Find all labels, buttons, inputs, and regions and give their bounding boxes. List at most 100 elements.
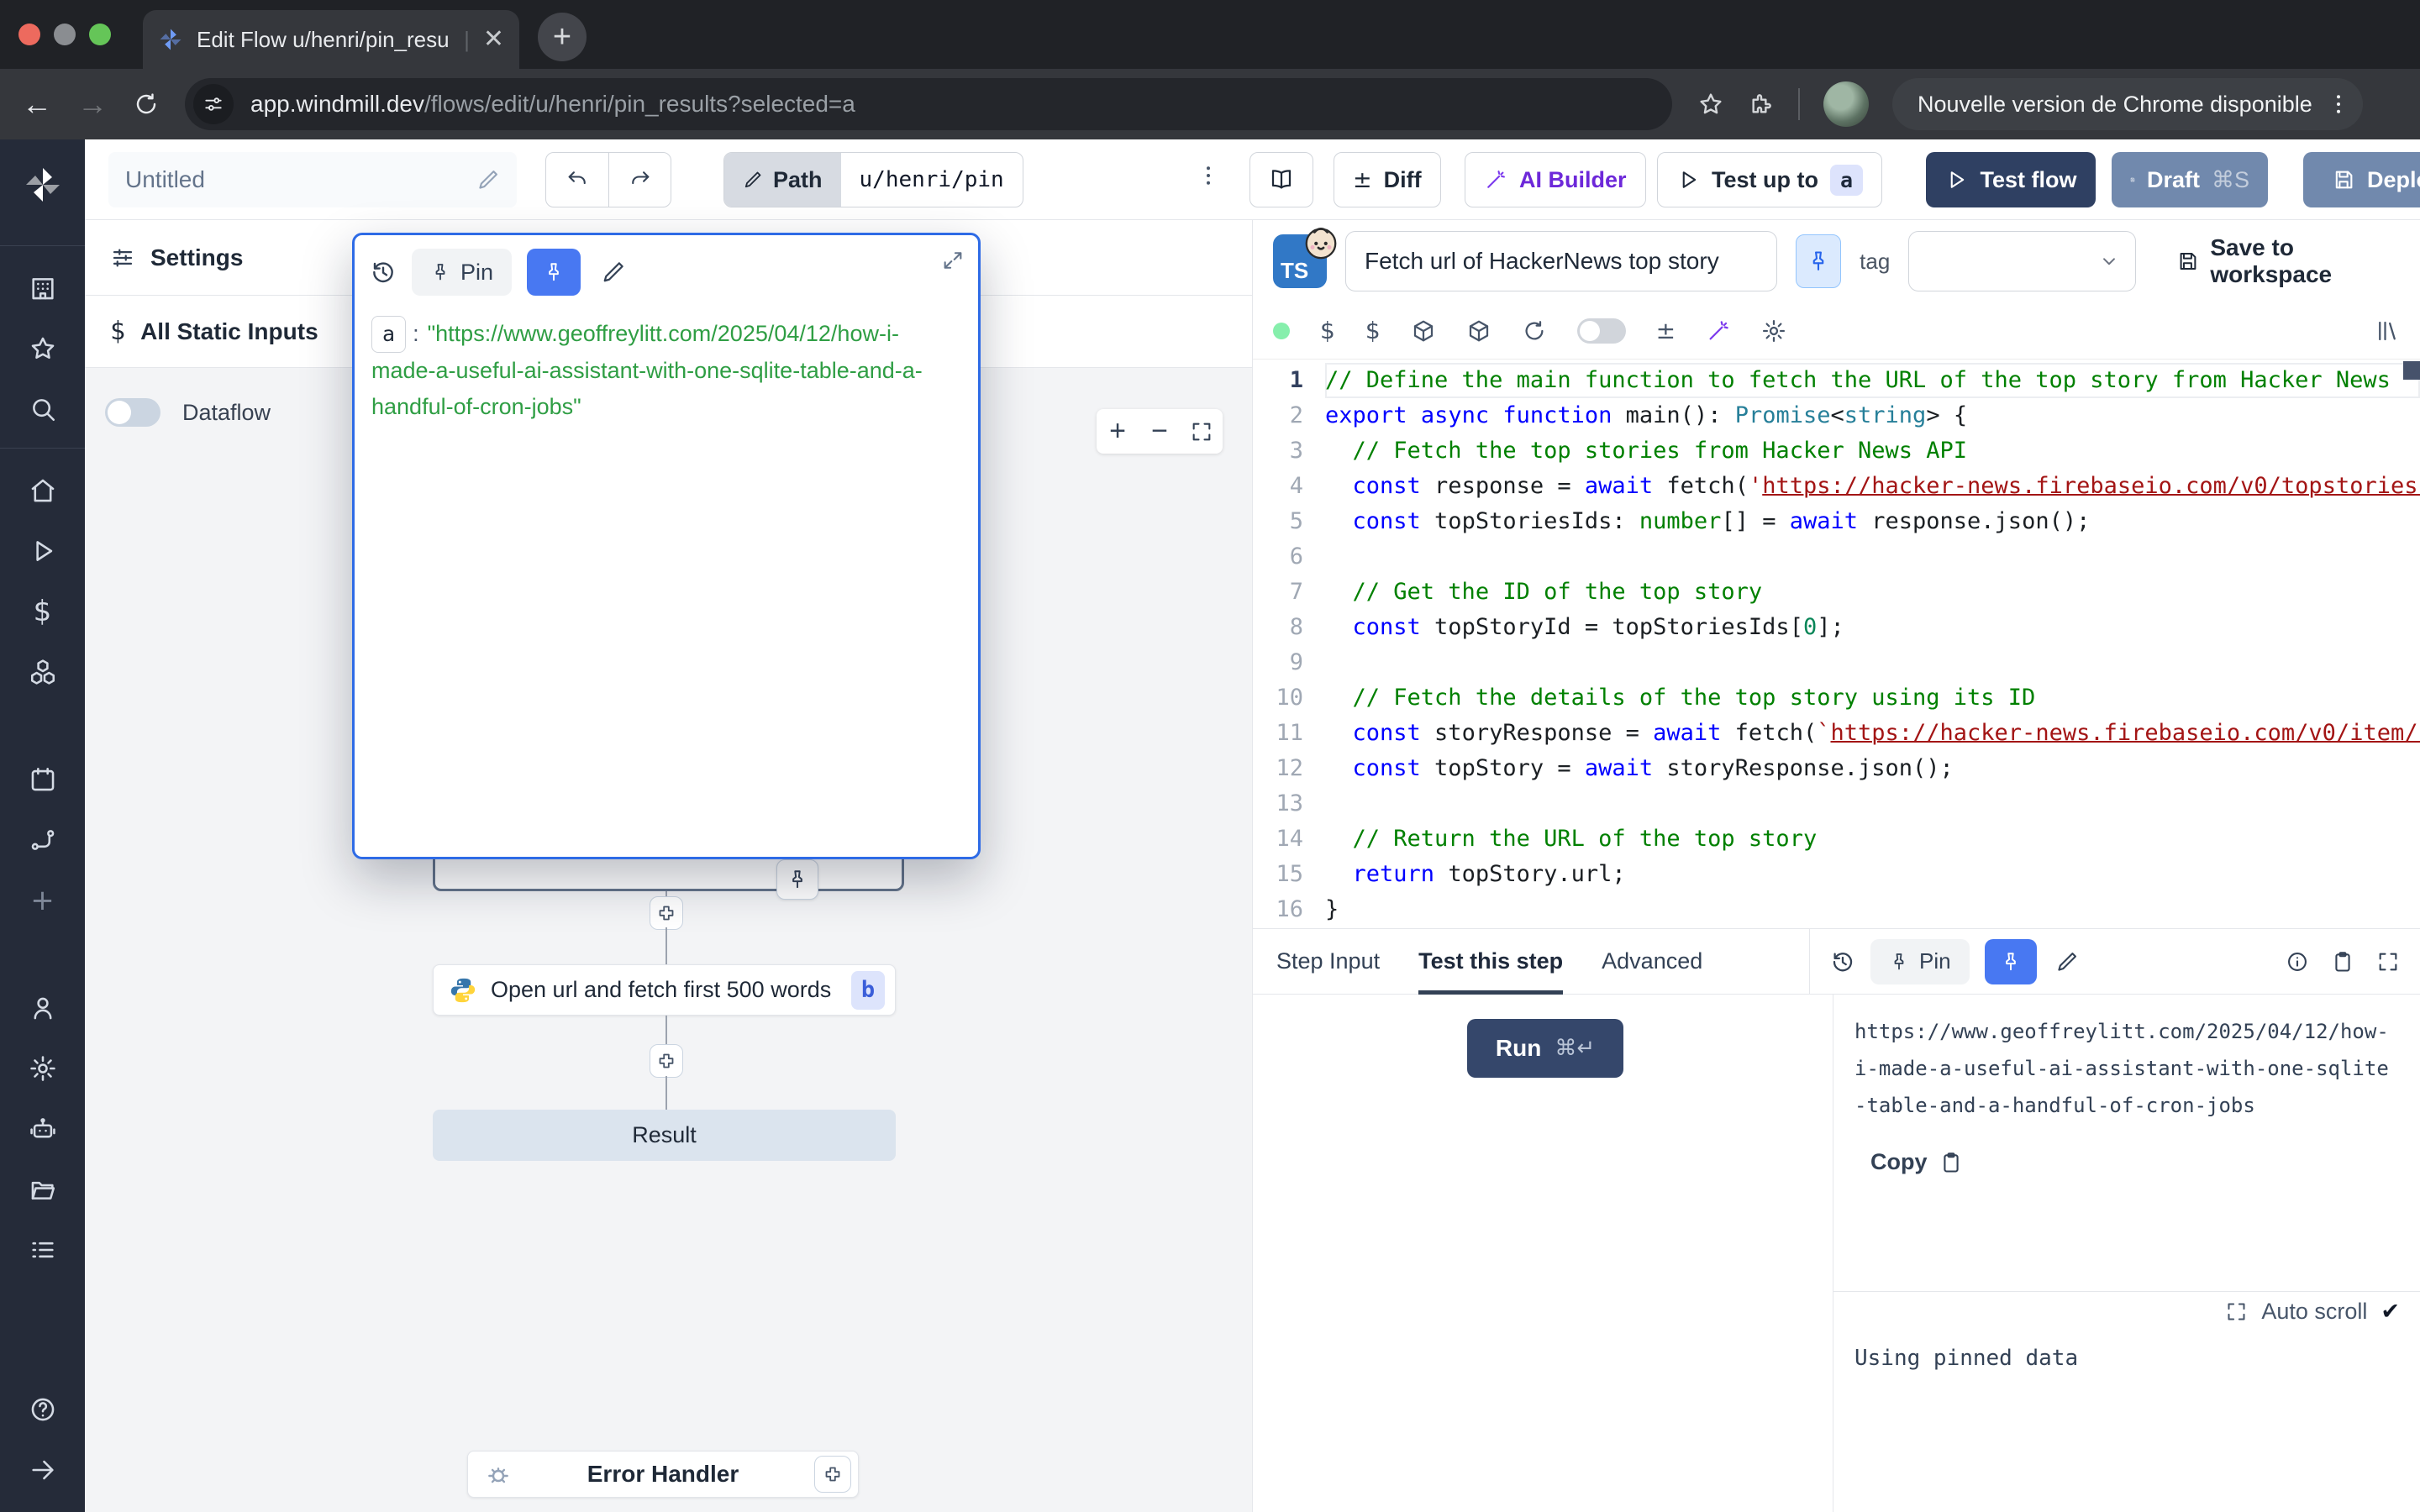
path-value[interactable]: u/henri/pin [841, 153, 1023, 207]
tab-test-this-step[interactable]: Test this step [1418, 929, 1563, 995]
flow-name-field[interactable]: Untitled [108, 152, 517, 207]
edit-pencil-icon[interactable] [476, 168, 500, 192]
new-tab-button[interactable]: + [538, 13, 587, 61]
zoom-fit-button[interactable] [1181, 420, 1223, 444]
code-line[interactable]: 6 [1253, 539, 2420, 575]
error-handler-node[interactable]: Error Handler [467, 1451, 859, 1498]
code-line[interactable]: 11 const storyResponse = await fetch(`ht… [1253, 716, 2420, 751]
code-line[interactable]: 14 // Return the URL of the top story [1253, 822, 2420, 857]
boxes-icon[interactable] [13, 642, 73, 702]
code-line[interactable]: 9 [1253, 645, 2420, 680]
status-dot-icon[interactable] [1273, 323, 1290, 339]
fullscreen-icon[interactable] [2376, 950, 2400, 974]
history-icon[interactable] [370, 259, 397, 286]
dollar-icon[interactable]: $ [1320, 317, 1335, 344]
kebab-menu-icon[interactable] [2326, 92, 2351, 117]
node-a-pin-badge[interactable] [776, 859, 818, 900]
code-line[interactable]: 15 return topStory.url; [1253, 857, 2420, 892]
pin-tab-button[interactable]: Pin [1870, 939, 1970, 984]
tab-close-icon[interactable]: ✕ [483, 27, 504, 52]
folder-icon[interactable] [13, 1159, 73, 1220]
gear-icon[interactable] [1761, 318, 1786, 344]
undo-button[interactable] [546, 153, 608, 207]
windmill-logo[interactable] [13, 155, 73, 215]
extensions-puzzle-icon[interactable] [1748, 91, 1775, 118]
flow-result-node[interactable]: Result [433, 1110, 896, 1161]
code-editor[interactable]: 1// Define the main function to fetch th… [1253, 360, 2420, 928]
code-line[interactable]: 5 const topStoriesIds: number[] = await … [1253, 504, 2420, 539]
package-icon[interactable] [1466, 318, 1491, 344]
tag-select[interactable] [1908, 231, 2135, 291]
search-icon[interactable] [13, 379, 73, 439]
code-line[interactable]: 13 [1253, 786, 2420, 822]
edit-pencil-icon[interactable] [601, 260, 626, 285]
zoom-out-button[interactable]: − [1139, 415, 1181, 448]
toggle-icon[interactable] [1577, 318, 1626, 344]
more-options-icon[interactable] [1196, 163, 1221, 188]
pin-tab-button[interactable]: Pin [412, 249, 512, 296]
arrow-right-icon[interactable] [13, 1440, 73, 1500]
address-bar[interactable]: app.windmill.dev/flows/edit/u/henri/pin_… [185, 78, 1672, 130]
pin-active-button[interactable] [1985, 939, 2037, 984]
star-icon[interactable] [13, 318, 73, 379]
flow-node-b[interactable]: Open url and fetch first 500 words of ..… [433, 964, 896, 1016]
bookmark-star-icon[interactable] [1697, 91, 1724, 118]
route-icon[interactable] [13, 810, 73, 870]
code-line[interactable]: 7 // Get the ID of the top story [1253, 575, 2420, 610]
step-name-input[interactable]: Fetch url of HackerNews top story [1345, 231, 1777, 291]
info-icon[interactable] [2286, 950, 2309, 974]
dataflow-toggle[interactable] [105, 398, 160, 427]
browser-tab[interactable]: Edit Flow u/henri/pin_results | ✕ [143, 10, 519, 69]
test-up-to-button[interactable]: Test up to a [1657, 152, 1882, 207]
calendar-icon[interactable] [13, 749, 73, 810]
run-button[interactable]: Run ⌘↵ [1467, 1019, 1623, 1078]
bot-icon[interactable] [13, 1099, 73, 1159]
close-window-button[interactable] [18, 24, 40, 45]
result-value[interactable]: https://www.geoffreylitt.com/2025/04/12/… [1833, 995, 2420, 1124]
pin-active-button[interactable] [527, 249, 581, 296]
auto-scroll-checkbox[interactable]: ✔ [2381, 1299, 2400, 1325]
code-line[interactable]: 4 const response = await fetch('https://… [1253, 469, 2420, 504]
profile-avatar[interactable] [1823, 81, 1869, 127]
draft-button[interactable]: Draft ⌘S [2112, 152, 2268, 207]
code-line[interactable]: 12 const topStory = await storyResponse.… [1253, 751, 2420, 786]
fullscreen-icon[interactable] [2225, 1300, 2248, 1323]
assistant-panel-icon[interactable] [2375, 318, 2400, 344]
clipboard-icon[interactable] [2331, 950, 2354, 974]
copy-button[interactable]: Copy [1833, 1149, 2420, 1175]
save-to-workspace-button[interactable]: Save to workspace [2176, 234, 2401, 288]
path-button[interactable]: Path [724, 153, 841, 207]
insert-step-button[interactable] [650, 896, 683, 930]
plus-icon[interactable]: + [13, 870, 73, 931]
site-settings-icon[interactable] [193, 84, 234, 124]
code-line[interactable]: 16} [1253, 892, 2420, 927]
refresh-icon[interactable] [1522, 318, 1547, 344]
tab-advanced[interactable]: Advanced [1602, 929, 1702, 995]
reload-icon[interactable] [133, 91, 160, 118]
code-line[interactable]: 3 // Fetch the top stories from Hacker N… [1253, 433, 2420, 469]
dollar-icon[interactable]: $ [1365, 317, 1381, 344]
wand-icon[interactable] [1706, 318, 1731, 344]
docs-button[interactable] [1249, 152, 1313, 207]
back-icon[interactable]: ← [22, 87, 52, 122]
chrome-update-button[interactable]: Nouvelle version de Chrome disponible [1892, 78, 2363, 130]
redo-button[interactable] [608, 153, 671, 207]
code-line[interactable]: 1// Define the main function to fetch th… [1253, 363, 2420, 398]
add-error-handler-button[interactable] [814, 1456, 851, 1493]
play-icon[interactable] [13, 521, 73, 581]
dollar-icon[interactable]: $ [13, 581, 73, 642]
maximize-window-button[interactable] [89, 24, 111, 45]
code-line[interactable]: 8 const topStoryId = topStoriesIds[0]; [1253, 610, 2420, 645]
forward-icon[interactable]: → [77, 87, 108, 122]
diff-button[interactable]: ± Diff [1334, 152, 1441, 207]
history-icon[interactable] [1830, 949, 1855, 974]
step-pin-button[interactable] [1796, 234, 1841, 288]
code-line[interactable]: 10 // Fetch the details of the top story… [1253, 680, 2420, 716]
home-icon[interactable] [13, 460, 73, 521]
test-up-to-target-badge[interactable]: a [1830, 165, 1863, 196]
zoom-in-button[interactable]: + [1097, 415, 1139, 448]
window-controls[interactable] [18, 24, 111, 45]
plus-minus-icon[interactable]: ± [1656, 317, 1676, 344]
code-line[interactable]: 2export async function main(): Promise<s… [1253, 398, 2420, 433]
test-flow-button[interactable]: Test flow [1926, 152, 2096, 207]
